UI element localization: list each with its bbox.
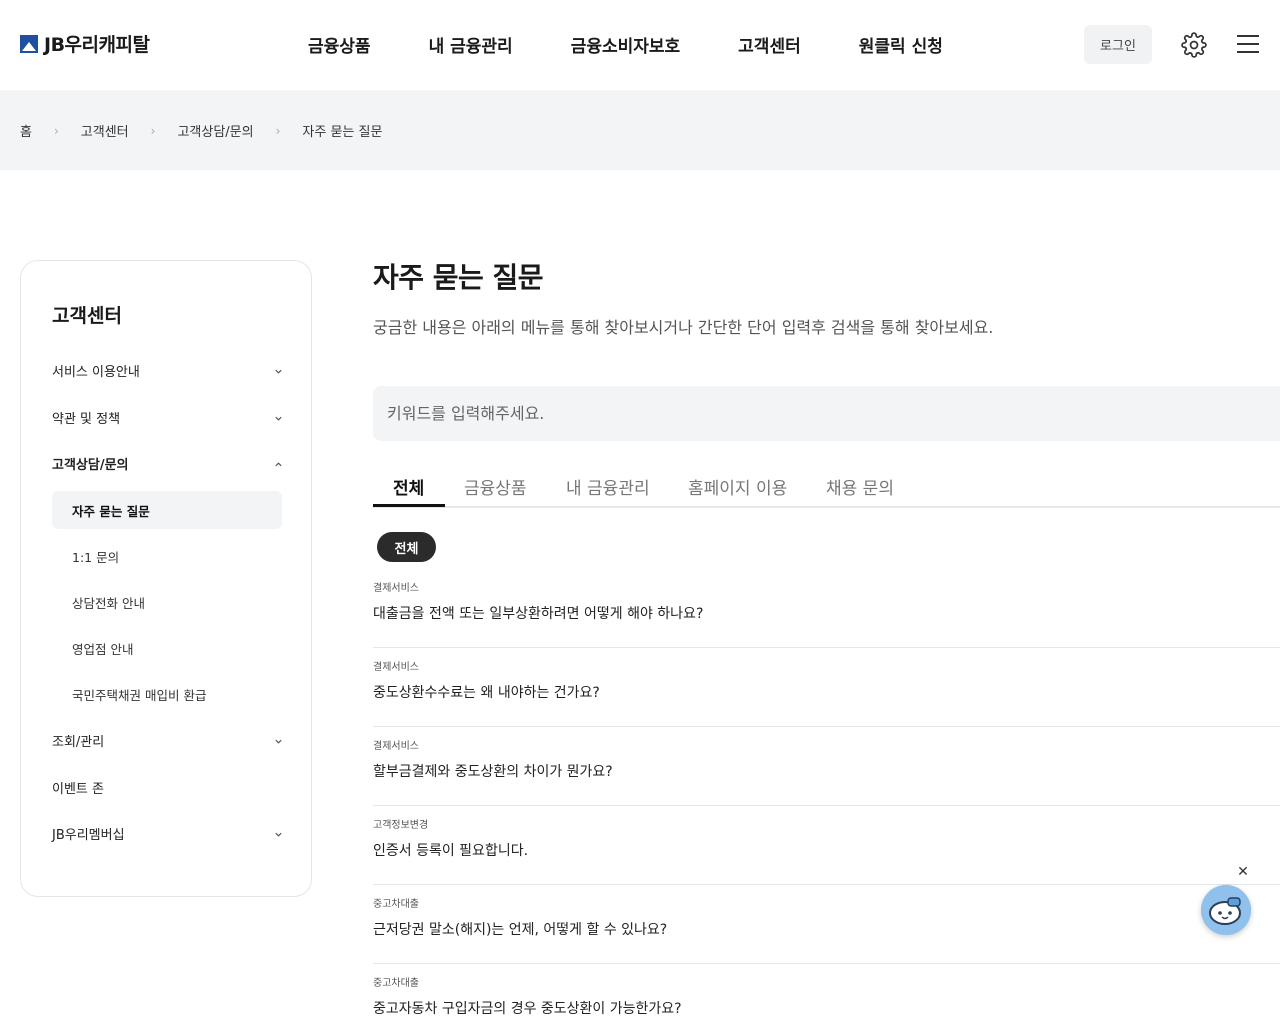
sidebar-sub-one-to-one[interactable]: 1:1 문의	[52, 537, 282, 575]
sidebar-item-label: 약관 및 정책	[52, 412, 121, 427]
chevron-down-icon	[274, 367, 282, 375]
sidebar-item-inquiry-manage[interactable]: 조회/관리	[52, 731, 282, 750]
logo-icon	[20, 34, 38, 53]
sidebar-item-label: 이벤트 존	[52, 782, 104, 797]
filter-chip-all[interactable]: 전체	[377, 532, 436, 562]
chevron-right-icon: ›	[275, 123, 281, 138]
tab-homepage-use[interactable]: 홈페이지 이용	[688, 474, 787, 499]
faq-item[interactable]: 중고차대출 근저당권 말소(해지)는 언제, 어떻게 할 수 있나요?	[373, 885, 1280, 964]
faq-item[interactable]: 중고차대출 중고자동차 구입자금의 경우 중도상환이 가능한가요?	[373, 964, 1280, 1024]
faq-category: 결제서비스	[373, 741, 419, 752]
breadcrumb: 홈 › 고객센터 › 고객상담/문의 › 자주 묻는 질문	[20, 121, 383, 141]
sidebar: 고객센터 서비스 이용안내 약관 및 정책 고객상담/문의 자주 묻는 질문 1…	[20, 260, 312, 897]
sidebar-item-label: JB우리멤버십	[52, 828, 125, 843]
tab-my-finance[interactable]: 내 금융관리	[566, 474, 650, 499]
sidebar-sub-phone-guide[interactable]: 상담전화 안내	[52, 583, 282, 621]
logo[interactable]: JB우리캐피탈	[20, 30, 150, 57]
logo-text: JB우리캐피탈	[44, 34, 150, 56]
chatbot-button[interactable]	[1201, 885, 1251, 935]
sidebar-item-consultation[interactable]: 고객상담/문의	[52, 454, 282, 473]
faq-category: 고객정보변경	[373, 820, 429, 831]
tab-all[interactable]: 전체	[393, 474, 424, 499]
gnb-my-finance[interactable]: 내 금융관리	[429, 32, 513, 57]
sidebar-item-label: 고객상담/문의	[52, 458, 129, 473]
breadcrumb-current: 자주 묻는 질문	[302, 125, 383, 140]
gnb-consumer-protection[interactable]: 금융소비자보호	[571, 32, 680, 57]
search-input[interactable]	[373, 386, 1280, 441]
chevron-right-icon: ›	[53, 123, 59, 138]
faq-question[interactable]: 대출금을 전액 또는 일부상환하려면 어떻게 해야 하나요?	[373, 603, 703, 623]
faq-category: 결제서비스	[373, 583, 419, 594]
gnb-one-click-apply[interactable]: 원클릭 신청	[859, 32, 943, 57]
chevron-right-icon: ›	[150, 123, 156, 138]
gnb-financial-products[interactable]: 금융상품	[308, 32, 371, 57]
chevron-down-icon	[274, 737, 282, 745]
hamburger-menu-icon[interactable]	[1237, 35, 1259, 53]
page-description: 궁금한 내용은 아래의 메뉴를 통해 찾아보시거나 간단한 단어 입력후 검색을…	[373, 318, 994, 337]
sidebar-item-label: 조회/관리	[52, 735, 105, 750]
faq-item[interactable]: 결제서비스 할부금결제와 중도상환의 차이가 뭔가요?	[373, 727, 1280, 806]
sidebar-title: 고객센터	[52, 305, 122, 327]
chevron-down-icon	[274, 830, 282, 838]
header: JB우리캐피탈 금융상품 내 금융관리 금융소비자보호 고객센터 원클릭 신청 …	[0, 0, 1280, 90]
breadcrumb-home[interactable]: 홈	[20, 121, 32, 140]
faq-category: 중고차대출	[373, 899, 419, 910]
sidebar-sub-bond-refund[interactable]: 국민주택채권 매입비 환급	[52, 675, 282, 713]
sidebar-item-terms[interactable]: 약관 및 정책	[52, 408, 282, 427]
breadcrumb-bar: 홈 › 고객센터 › 고객상담/문의 › 자주 묻는 질문	[0, 90, 1280, 170]
faq-question[interactable]: 근저당권 말소(해지)는 언제, 어떻게 할 수 있나요?	[373, 919, 667, 939]
tab-financial-products[interactable]: 금융상품	[464, 474, 527, 499]
sidebar-item-event-zone[interactable]: 이벤트 존	[52, 778, 282, 797]
faq-item[interactable]: 결제서비스 대출금을 전액 또는 일부상환하려면 어떻게 해야 하나요?	[373, 569, 1280, 648]
page-title: 자주 묻는 질문	[373, 261, 544, 294]
gnb-customer-center[interactable]: 고객센터	[738, 32, 801, 57]
sidebar-item-service-guide[interactable]: 서비스 이용안내	[52, 361, 282, 380]
faq-question[interactable]: 할부금결제와 중도상환의 차이가 뭔가요?	[373, 761, 613, 781]
breadcrumb-consultation[interactable]: 고객상담/문의	[177, 121, 253, 140]
global-nav: 금융상품 내 금융관리 금융소비자보호 고객센터 원클릭 신청	[308, 32, 1001, 57]
faq-item[interactable]: 결제서비스 중도상환수수료는 왜 내야하는 건가요?	[373, 648, 1280, 727]
breadcrumb-customer-center[interactable]: 고객센터	[81, 121, 129, 140]
close-icon[interactable]: ✕	[1236, 865, 1250, 879]
faq-category: 결제서비스	[373, 662, 419, 673]
faq-question[interactable]: 중도상환수수료는 왜 내야하는 건가요?	[373, 682, 600, 702]
tab-recruit[interactable]: 채용 문의	[826, 474, 894, 499]
faq-item[interactable]: 고객정보변경 인증서 등록이 필요합니다.	[373, 806, 1280, 885]
faq-question[interactable]: 중고자동차 구입자금의 경우 중도상환이 가능한가요?	[373, 998, 682, 1018]
chevron-down-icon	[274, 414, 282, 422]
faq-question[interactable]: 인증서 등록이 필요합니다.	[373, 840, 528, 860]
active-tab-indicator	[373, 504, 445, 507]
sidebar-item-membership[interactable]: JB우리멤버십	[52, 824, 282, 843]
sidebar-sub-faq[interactable]: 자주 묻는 질문	[52, 491, 282, 529]
category-tabs: 전체 금융상품 내 금융관리 홈페이지 이용 채용 문의	[373, 470, 1280, 508]
faq-category: 중고차대출	[373, 978, 419, 989]
sidebar-item-label: 서비스 이용안내	[52, 365, 140, 380]
login-button[interactable]: 로그인	[1084, 25, 1152, 64]
gear-icon[interactable]	[1181, 32, 1207, 58]
sidebar-sub-branch-guide[interactable]: 영업점 안내	[52, 629, 282, 667]
chatbot-icon	[1201, 885, 1251, 935]
chevron-up-icon	[274, 460, 282, 468]
